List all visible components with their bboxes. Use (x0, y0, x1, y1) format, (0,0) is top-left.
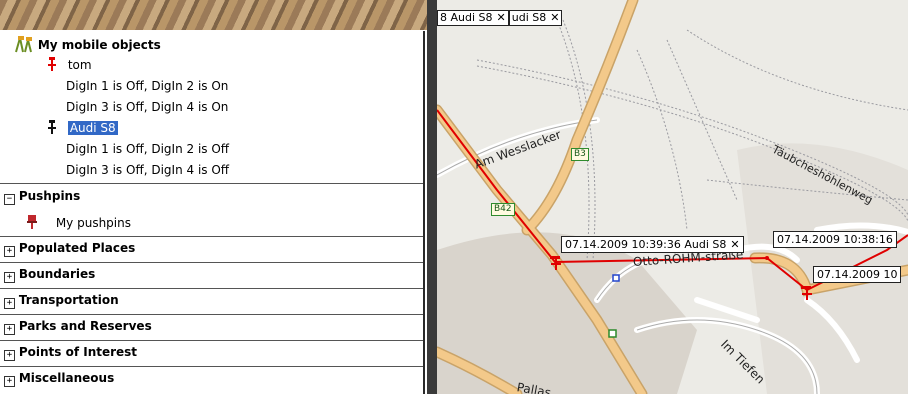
object-status-line: DigIn 1 is Off, DigIn 2 is Off (66, 142, 230, 156)
expand-toggle-icon[interactable]: + (4, 272, 15, 283)
map-canvas (437, 0, 908, 394)
black-pushpin-icon (48, 120, 56, 134)
tree-item-mobile-objects[interactable]: My mobile objects (14, 35, 161, 55)
tab-label: 8 Audi S8 (440, 11, 493, 24)
category-label: Transportation (18, 293, 119, 307)
divider (0, 183, 423, 184)
pushpins-label: Pushpins (18, 189, 81, 203)
divider (0, 366, 423, 367)
category-label: Points of Interest (18, 345, 138, 359)
close-icon[interactable]: ✕ (730, 238, 739, 251)
divider (0, 288, 423, 289)
expand-toggle-icon[interactable]: + (4, 324, 15, 335)
category-label: Populated Places (18, 241, 136, 255)
road-shield-b3: B3 (571, 148, 589, 161)
layer-panel: My mobile objects tom DigIn 1 is Off, Di… (0, 0, 427, 394)
tree-item-boundaries[interactable]: + Boundaries (4, 264, 95, 284)
expand-toggle-icon[interactable]: + (4, 376, 15, 387)
tree-item-tom[interactable]: tom (46, 55, 92, 75)
tree-item-points-of-interest[interactable]: + Points of Interest (4, 342, 137, 362)
tree-item-populated-places[interactable]: + Populated Places (4, 238, 135, 258)
tab-label: udi S8 (511, 11, 547, 24)
category-label: Boundaries (18, 267, 96, 281)
tree-item-miscellaneous[interactable]: + Miscellaneous (4, 368, 114, 388)
panel-splitter[interactable] (427, 0, 437, 394)
divider (0, 340, 423, 341)
map-preview-strip (0, 0, 427, 30)
object-name-selected: Audi S8 (67, 121, 118, 135)
expand-toggle-icon[interactable]: + (4, 246, 15, 257)
callout-text: 07.14.2009 10:38:16 (777, 233, 893, 246)
vehicle-callout[interactable]: 07.14.2009 10 (813, 266, 902, 283)
object-status-line: DigIn 3 is Off, DigIn 4 is On (66, 100, 229, 114)
mobile-objects-label: My mobile objects (37, 38, 161, 52)
vehicle-callout[interactable]: 07.14.2009 10:38:16 (773, 231, 897, 248)
collapse-toggle-icon[interactable]: − (4, 194, 15, 205)
object-tabs: 8 Audi S8 ✕ udi S8 ✕ (437, 10, 563, 26)
object-tab[interactable]: 8 Audi S8 ✕ (437, 10, 509, 26)
my-pushpins-label: My pushpins (55, 216, 131, 230)
tree-item-parks-and-reserves[interactable]: + Parks and Reserves (4, 316, 152, 336)
object-status-line: DigIn 3 is Off, DigIn 4 is Off (66, 163, 230, 177)
callout-text: 07.14.2009 10:39:36 Audi S8 (565, 238, 727, 251)
tree-item-pushpins[interactable]: − Pushpins (4, 186, 80, 206)
close-icon[interactable]: ✕ (550, 11, 559, 25)
category-label: Parks and Reserves (18, 319, 152, 333)
vehicle-callout[interactable]: 07.14.2009 10:39:36 Audi S8 ✕ (561, 236, 744, 253)
object-status-line: DigIn 1 is Off, DigIn 2 is On (66, 79, 229, 93)
red-pushpin-icon (48, 57, 56, 71)
expand-toggle-icon[interactable]: + (4, 298, 15, 309)
mobile-objects-icon (15, 36, 32, 53)
layer-tree: My mobile objects tom DigIn 1 is Off, Di… (0, 31, 425, 394)
category-label: Miscellaneous (18, 371, 115, 385)
tree-item-transportation[interactable]: + Transportation (4, 290, 119, 310)
divider (0, 236, 423, 237)
pushpin-icon (27, 215, 37, 229)
close-icon[interactable]: ✕ (497, 11, 506, 25)
divider (0, 262, 423, 263)
tree-item-my-pushpins[interactable]: My pushpins (26, 213, 131, 233)
object-name: tom (67, 58, 92, 72)
expand-toggle-icon[interactable]: + (4, 350, 15, 361)
object-tab[interactable]: udi S8 ✕ (508, 10, 563, 26)
callout-text: 07.14.2009 10 (817, 268, 898, 281)
tree-item-audi-s8[interactable]: Audi S8 (46, 118, 118, 138)
divider (0, 314, 423, 315)
map-view[interactable]: B3 B42 Am Wesslacker Täubcheshöhlenweg O… (437, 0, 908, 394)
road-shield-b42: B42 (491, 203, 515, 216)
